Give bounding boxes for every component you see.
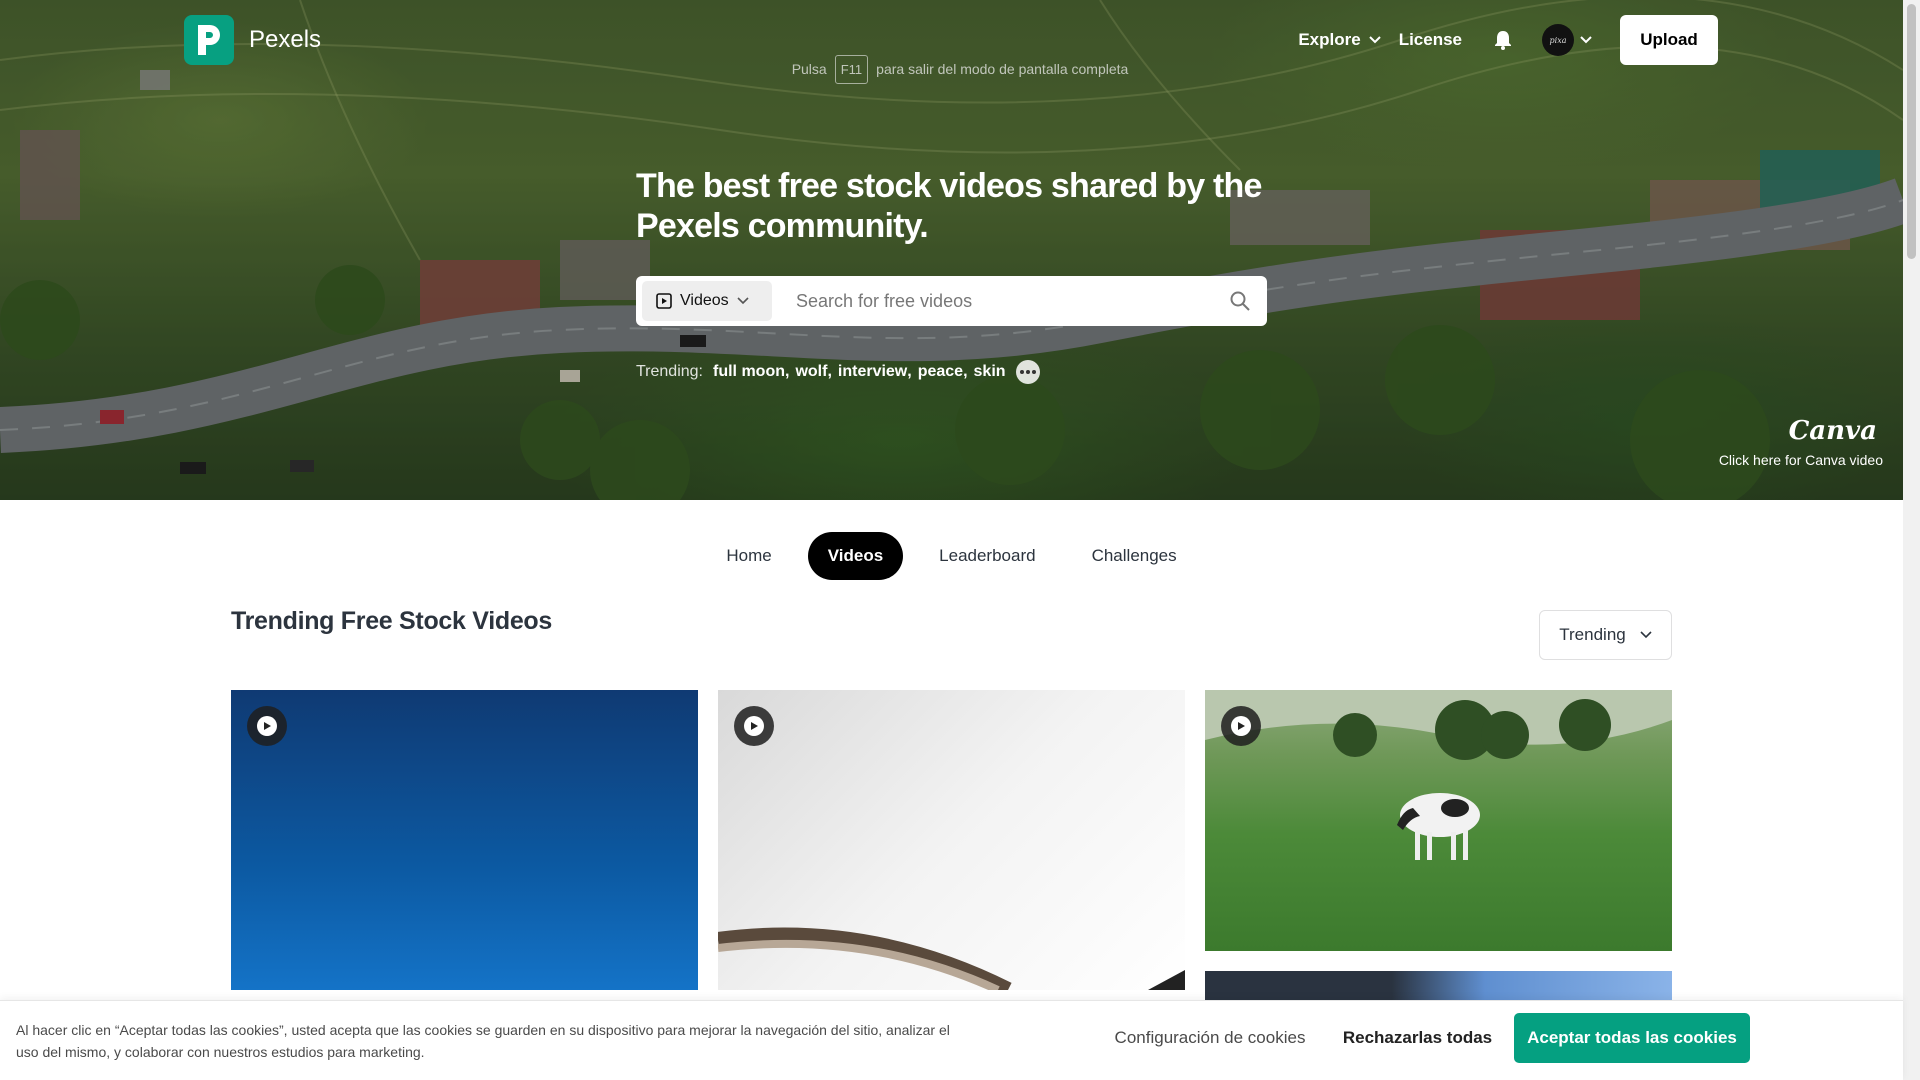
sort-dropdown[interactable]: Trending [1539,610,1672,660]
hero-headline: The best free stock videos shared by the… [636,167,1262,245]
pexels-logo[interactable] [184,15,234,65]
video-thumbnail [718,927,1185,990]
canva-credit[interactable]: Canva Click here for Canva video [1719,416,1883,468]
chevron-down-icon [1640,631,1652,639]
trending-term[interactable]: peace [918,363,963,381]
trending-label: Trending: [636,363,703,380]
tab-challenges[interactable]: Challenges [1072,532,1197,580]
media-type-select[interactable]: Videos [642,281,772,321]
search-input[interactable] [786,281,1206,321]
play-icon[interactable] [734,706,774,746]
fullscreen-key: F11 [834,54,869,84]
explore-label: Explore [1298,30,1361,49]
trending-term[interactable]: full moon [713,363,785,381]
notifications-button[interactable] [1490,27,1516,53]
accept-all-button[interactable]: Aceptar todas las cookies [1514,1013,1750,1063]
tab-home[interactable]: Home [706,532,791,580]
tab-leaderboard[interactable]: Leaderboard [919,532,1055,580]
video-icon [656,293,672,309]
video-card[interactable] [231,690,698,990]
fullscreen-hint-after: para salir del modo de pantalla completa [876,61,1129,77]
top-nav: Explore License pixa Upload [1298,15,1718,65]
chevron-down-icon [737,297,749,305]
brand-name[interactable]: Pexels [249,26,321,54]
canva-caption: Click here for Canva video [1718,452,1883,468]
chevron-down-icon [1368,36,1381,44]
search-bar: Videos [636,276,1267,326]
video-card[interactable] [1205,690,1672,951]
user-menu[interactable]: pixa [1542,24,1592,56]
sort-label: Trending [1559,625,1626,644]
play-icon[interactable] [247,706,287,746]
trending-term[interactable]: skin [974,363,1006,381]
search-icon[interactable] [1229,290,1251,312]
bell-icon [1495,31,1511,50]
media-type-label: Videos [680,292,729,309]
avatar: pixa [1542,24,1574,56]
cookie-text: Al hacer clic en “Aceptar todas las cook… [16,1022,950,1060]
cookie-settings-button[interactable]: Configuración de cookies [1100,1013,1320,1063]
fullscreen-hint: Pulsa F11 para salir del modo de pantall… [760,52,1160,86]
upload-button[interactable]: Upload [1620,15,1718,65]
section-title: Trending Free Stock Videos [231,607,552,635]
trending-searches: Trending: full moon, wolf, interview, pe… [636,360,1040,384]
video-card[interactable] [718,690,1185,990]
cookie-banner: Al hacer clic en “Aceptar todas las cook… [0,1000,1903,1080]
video-card[interactable] [1205,971,1672,1001]
video-thumbnail [1205,690,1672,860]
canva-logo: Canva [1788,416,1877,446]
trending-term[interactable]: interview [838,363,907,381]
explore-menu[interactable]: Explore [1298,30,1381,50]
chevron-down-icon [1580,36,1592,44]
scrollbar-thumb[interactable] [1907,4,1916,259]
fullscreen-hint-before: Pulsa [791,61,827,77]
pexels-logo-icon [198,25,220,55]
more-icon[interactable] [1015,360,1040,384]
tab-videos[interactable]: Videos [807,532,904,580]
play-icon[interactable] [1221,706,1261,746]
reject-all-button[interactable]: Rechazarlas todas [1330,1013,1505,1063]
section-tabs: Home Videos Leaderboard Challenges [0,532,1903,580]
page-scrollbar[interactable] [1903,0,1920,1080]
hero-banner: Pexels Pulsa F11 para salir del modo de … [0,0,1903,500]
trending-term[interactable]: wolf [795,363,827,381]
license-link[interactable]: License [1399,30,1462,50]
